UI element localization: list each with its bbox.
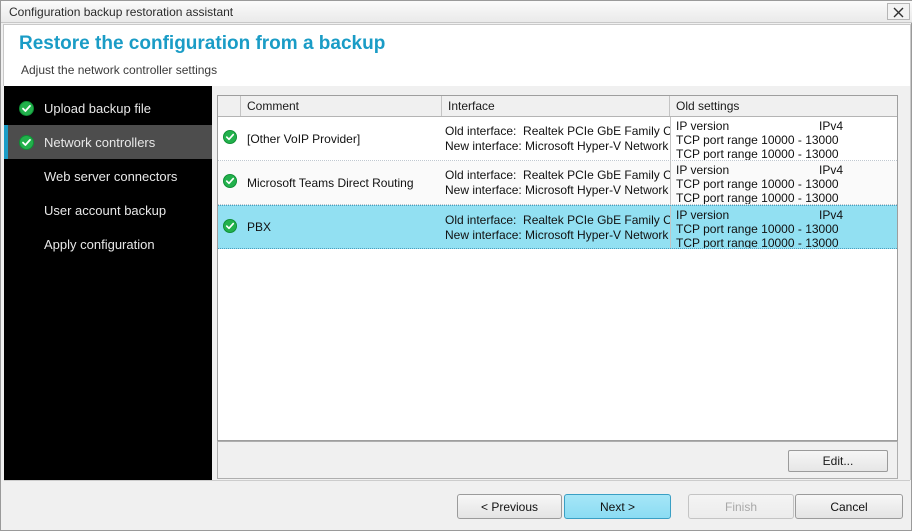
column-header-comment[interactable]: Comment xyxy=(241,96,442,116)
edit-button[interactable]: Edit... xyxy=(788,450,888,472)
row-old-settings-cell: IP version IPv4 TCP port range 10000 - 1… xyxy=(670,117,897,160)
check-circle-icon xyxy=(222,218,237,236)
table-header-row: Comment Interface Old settings xyxy=(218,96,897,117)
row-status-cell xyxy=(218,206,241,248)
previous-button[interactable]: < Previous xyxy=(457,494,562,519)
next-button[interactable]: Next > xyxy=(564,494,671,519)
check-circle-icon xyxy=(19,134,34,150)
row-comment-cell: Microsoft Teams Direct Routing xyxy=(247,175,414,190)
table-action-bar: Edit... xyxy=(217,441,898,479)
setting-tcp-range-2: TCP port range 10000 - 13000 xyxy=(676,147,839,160)
setting-ip-version-value: IPv4 xyxy=(819,163,844,177)
row-status-cell xyxy=(218,161,241,204)
interface-old-label: Old interface: xyxy=(445,213,517,227)
check-circle-icon xyxy=(222,130,237,147)
page-title: Restore the configuration from a backup xyxy=(19,33,386,54)
interface-new-value: Microsoft Hyper-V Network Ada xyxy=(525,139,670,153)
setting-ip-version-label: IP version xyxy=(676,163,730,177)
sidebar-item-label: Apply configuration xyxy=(44,236,155,252)
setting-tcp-range-1: TCP port range 10000 - 13000 xyxy=(676,133,839,147)
row-comment-cell: PBX xyxy=(247,220,272,234)
sidebar-item-label: Web server connectors xyxy=(44,168,178,184)
interface-old-value: Realtek PCIe GbE Family Cont xyxy=(523,124,670,138)
interface-new-line: New interface: Microsoft Hyper-V Network… xyxy=(445,139,670,153)
row-status-cell xyxy=(218,117,241,160)
cancel-button[interactable]: Cancel xyxy=(795,494,903,519)
sidebar-item-apply-configuration[interactable]: Apply configuration xyxy=(4,227,212,261)
interface-old-value: Realtek PCIe GbE Family Cont xyxy=(523,168,670,182)
row-interface-cell: Old interface: Realtek PCIe GbE Family C… xyxy=(442,161,670,204)
window-title: Configuration backup restoration assista… xyxy=(9,5,234,19)
setting-ip-version-label: IP version xyxy=(676,208,730,222)
sidebar-item-label: Network controllers xyxy=(44,134,156,150)
wizard-button-bar: < Previous Next > Finish Cancel xyxy=(4,481,910,529)
interface-old-line: Old interface: Realtek PCIe GbE Family C… xyxy=(445,168,670,182)
title-bar: Configuration backup restoration assista… xyxy=(1,1,912,23)
row-interface-cell: Old interface: Realtek PCIe GbE Family C… xyxy=(442,206,670,248)
setting-tcp-range-1: TCP port range 10000 - 13000 xyxy=(676,177,839,191)
content-panel: Comment Interface Old settings [Other Vo… xyxy=(212,86,911,480)
interface-new-line: New interface: Microsoft Hyper-V Network… xyxy=(445,228,670,242)
row-comment-cell: [Other VoIP Provider] xyxy=(247,131,361,146)
setting-tcp-range-2: TCP port range 10000 - 13000 xyxy=(676,191,839,204)
column-header-old-settings[interactable]: Old settings xyxy=(670,96,897,116)
close-icon xyxy=(893,7,904,18)
table-row[interactable]: [Other VoIP Provider] Old interface: Rea… xyxy=(218,117,897,161)
wizard-step-sidebar: Upload backup file Network controllers W… xyxy=(4,86,212,480)
sidebar-item-user-account-backup[interactable]: User account backup xyxy=(4,193,212,227)
row-old-settings-cell: IP version IPv4 TCP port range 10000 - 1… xyxy=(670,206,897,248)
interface-new-value: Microsoft Hyper-V Network Ada xyxy=(525,183,670,197)
interface-new-label: New interface: xyxy=(445,228,522,242)
setting-tcp-range-2: TCP port range 10000 - 13000 xyxy=(676,236,839,248)
interface-old-line: Old interface: Realtek PCIe GbE Family C… xyxy=(445,213,670,227)
interface-new-line: New interface: Microsoft Hyper-V Network… xyxy=(445,183,670,197)
finish-button: Finish xyxy=(688,494,794,519)
dialog-window: Configuration backup restoration assista… xyxy=(0,0,912,531)
sidebar-item-label: Upload backup file xyxy=(44,100,151,116)
column-header-status[interactable] xyxy=(218,96,241,116)
column-header-interface[interactable]: Interface xyxy=(442,96,670,116)
sidebar-item-label: User account backup xyxy=(44,202,167,218)
setting-tcp-range-1: TCP port range 10000 - 13000 xyxy=(676,222,839,236)
setting-ip-version-label: IP version xyxy=(676,119,730,133)
close-button[interactable] xyxy=(887,3,910,20)
interface-old-line: Old interface: Realtek PCIe GbE Family C… xyxy=(445,124,670,138)
page-header: Restore the configuration from a backup … xyxy=(3,24,911,86)
sidebar-item-upload-backup-file[interactable]: Upload backup file xyxy=(4,91,212,125)
row-interface-cell: Old interface: Realtek PCIe GbE Family C… xyxy=(442,117,670,160)
interface-new-label: New interface: xyxy=(445,139,522,153)
check-circle-icon xyxy=(19,100,34,116)
setting-ip-version-value: IPv4 xyxy=(819,119,844,133)
table-row[interactable]: Microsoft Teams Direct Routing Old inter… xyxy=(218,161,897,205)
sidebar-item-network-controllers[interactable]: Network controllers xyxy=(4,125,212,159)
table-row[interactable]: PBX Old interface: Realtek PCIe GbE Fami… xyxy=(218,205,897,249)
interface-new-value: Microsoft Hyper-V Network Ada xyxy=(525,228,670,242)
setting-ip-version-value: IPv4 xyxy=(819,208,844,222)
page-subtitle: Adjust the network controller settings xyxy=(21,63,218,77)
interface-old-value: Realtek PCIe GbE Family Cont xyxy=(523,213,670,227)
network-controllers-table: Comment Interface Old settings [Other Vo… xyxy=(217,95,898,441)
interface-new-label: New interface: xyxy=(445,183,522,197)
sidebar-item-web-server-connectors[interactable]: Web server connectors xyxy=(4,159,212,193)
row-old-settings-cell: IP version IPv4 TCP port range 10000 - 1… xyxy=(670,161,897,204)
interface-old-label: Old interface: xyxy=(445,168,517,182)
interface-old-label: Old interface: xyxy=(445,124,517,138)
check-circle-icon xyxy=(222,174,237,191)
